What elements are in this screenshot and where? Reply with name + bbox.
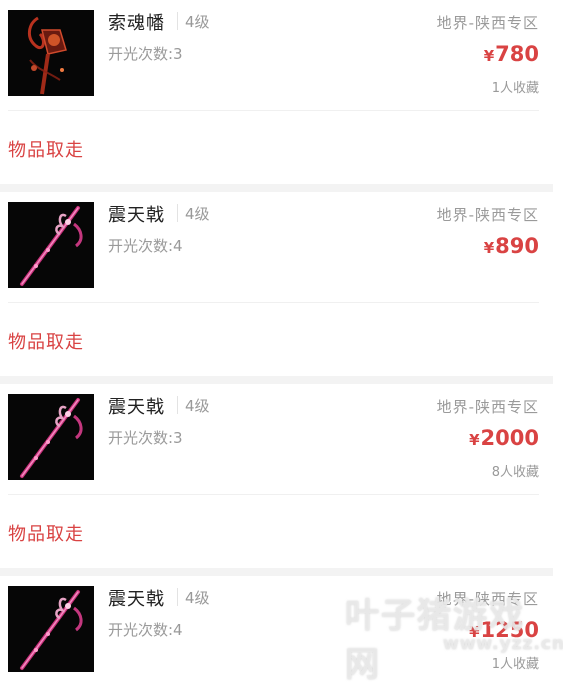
item-name: 震天戟 — [108, 589, 165, 610]
server-region: 地界-陕西专区 — [436, 398, 539, 416]
site-watermark: 叶子猪游戏网 www.yzz.cn — [345, 588, 563, 685]
item-price: ¥780 — [484, 42, 539, 66]
item-name: 震天戟 — [108, 205, 165, 226]
withdraw-item-button[interactable]: 物品取走 — [8, 328, 84, 354]
favorite-count: 8人收藏 — [491, 465, 539, 480]
divider — [8, 110, 539, 111]
kaiguang-count: 开光次数:3 — [108, 45, 183, 63]
item-price: ¥890 — [484, 234, 539, 258]
soul-banner-icon[interactable] — [8, 10, 94, 96]
kaiguang-count: 开光次数:4 — [108, 621, 183, 639]
section-gap — [0, 568, 553, 576]
currency-symbol: ¥ — [469, 431, 480, 449]
withdraw-item-button[interactable]: 物品取走 — [8, 520, 84, 546]
withdraw-item-button[interactable]: 物品取走 — [8, 136, 84, 162]
currency-symbol: ¥ — [483, 47, 495, 65]
item-level: 4级 — [185, 589, 210, 607]
halberd-icon[interactable] — [8, 586, 94, 672]
separator — [177, 588, 178, 606]
item-level: 4级 — [185, 13, 210, 31]
item-name: 震天戟 — [108, 397, 165, 418]
favorite-count: 1人收藏 — [491, 81, 539, 96]
listing-card[interactable]: 索魂幡 4级 开光次数:3 地界-陕西专区 ¥780 1人收藏 物品取走 — [0, 0, 563, 184]
separator — [177, 204, 178, 222]
item-level: 4级 — [185, 397, 210, 415]
price-value: 890 — [495, 234, 539, 258]
kaiguang-count: 开光次数:4 — [108, 237, 183, 255]
watermark-url: www.yzz.cn — [443, 634, 563, 654]
separator — [177, 12, 178, 30]
kaiguang-count: 开光次数:3 — [108, 429, 183, 447]
separator — [177, 396, 178, 414]
listing-card[interactable]: 震天戟 4级 开光次数:3 地界-陕西专区 ¥2000 8人收藏 物品取走 — [0, 384, 563, 568]
price-value: 2000 — [480, 426, 539, 450]
halberd-icon[interactable] — [8, 202, 94, 288]
section-gap — [0, 376, 553, 384]
item-level: 4级 — [185, 205, 210, 223]
section-gap — [0, 184, 553, 192]
listing-card[interactable]: 震天戟 4级 开光次数:4 地界-陕西专区 ¥890 物品取走 — [0, 192, 563, 376]
divider — [8, 494, 539, 495]
server-region: 地界-陕西专区 — [436, 14, 539, 32]
item-name: 索魂幡 — [108, 13, 165, 34]
item-price: ¥2000 — [469, 426, 539, 450]
price-value: 780 — [495, 42, 539, 66]
server-region: 地界-陕西专区 — [436, 206, 539, 224]
divider — [8, 302, 539, 303]
currency-symbol: ¥ — [483, 239, 495, 257]
halberd-icon[interactable] — [8, 394, 94, 480]
